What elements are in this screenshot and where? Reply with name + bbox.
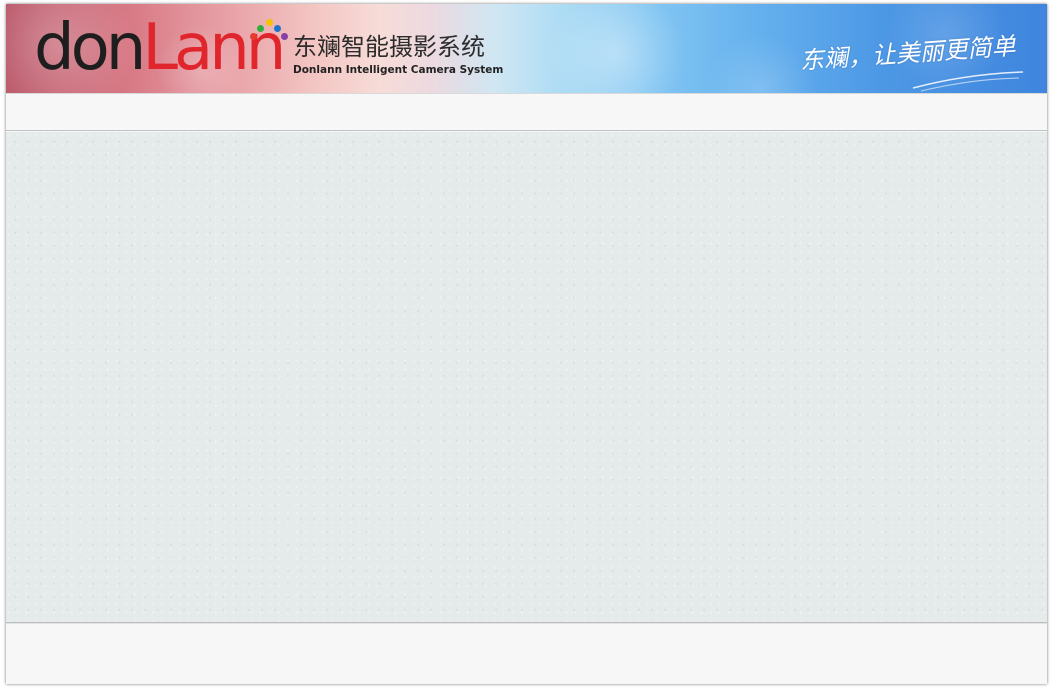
logo-dot (274, 25, 281, 32)
toolbar-bar (6, 93, 1047, 131)
logo-text-don: don (34, 11, 146, 85)
donlann-logo: donLann (34, 10, 286, 86)
main-content-area (6, 132, 1047, 623)
header-banner: donLann 东斓智能摄影系统 Donlann Intelligent Cam… (6, 4, 1047, 93)
logo-dot (250, 33, 257, 40)
logo-dot (281, 33, 288, 40)
app-window: donLann 东斓智能摄影系统 Donlann Intelligent Cam… (6, 4, 1047, 684)
logo-dot (266, 19, 273, 26)
slogan-swoosh-icon (912, 71, 1024, 92)
app-title-english: Donlann Intelligent Camera System (293, 64, 504, 76)
logo-colored-dots-icon (250, 19, 288, 49)
app-title-chinese: 东斓智能摄影系统 (293, 33, 485, 61)
footer-bar (6, 623, 1047, 684)
logo-dot (257, 25, 264, 32)
